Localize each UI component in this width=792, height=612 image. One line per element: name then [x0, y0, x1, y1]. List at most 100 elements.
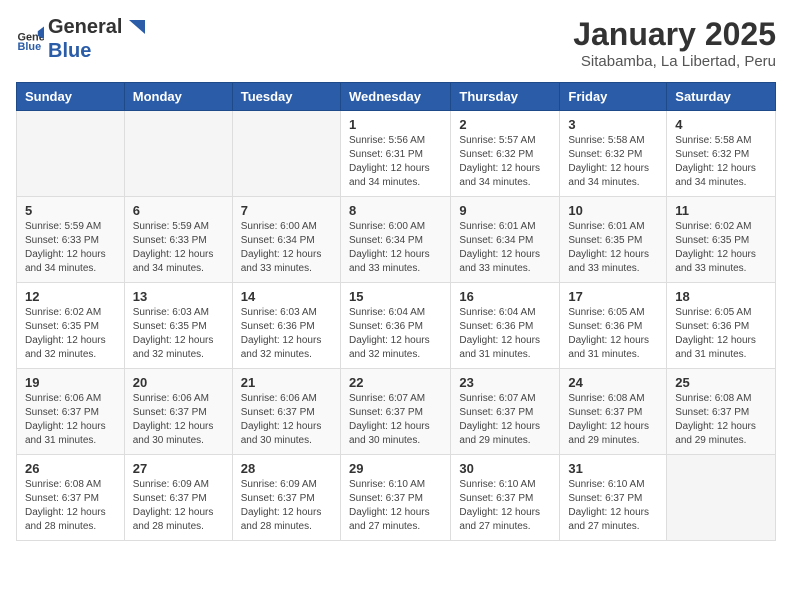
day-number: 2 — [459, 117, 551, 132]
day-info: Sunrise: 6:07 AM Sunset: 6:37 PM Dayligh… — [349, 392, 442, 448]
calendar-cell: 8 Sunrise: 6:00 AM Sunset: 6:34 PM Daylig… — [340, 197, 450, 283]
day-number: 23 — [459, 375, 551, 390]
day-number: 19 — [25, 375, 116, 390]
day-info: Sunrise: 6:00 AM Sunset: 6:34 PM Dayligh… — [349, 220, 442, 276]
day-number: 13 — [133, 289, 224, 304]
day-info: Sunrise: 6:06 AM Sunset: 6:37 PM Dayligh… — [25, 392, 116, 448]
calendar-week-row: 12Sunrise: 6:02 AM Sunset: 6:35 PM Dayli… — [17, 283, 776, 369]
calendar-cell: 16Sunrise: 6:04 AM Sunset: 6:36 PM Dayli… — [451, 283, 560, 369]
calendar-cell: 29 Sunrise: 6:10 AM Sunset: 6:37 PM Dayli… — [340, 455, 450, 541]
day-number: 14 — [241, 289, 332, 304]
calendar-cell — [17, 111, 125, 197]
day-number: 4 — [675, 117, 767, 132]
day-number: 8 — [349, 203, 442, 218]
calendar-cell: 24 Sunrise: 6:08 AM Sunset: 6:37 PM Dayli… — [560, 369, 667, 455]
day-number: 7 — [241, 203, 332, 218]
day-number: 26 — [25, 461, 116, 476]
logo-blue-text: Blue — [48, 40, 91, 62]
calendar-table: SundayMondayTuesdayWednesdayThursdayFrid… — [16, 82, 776, 541]
calendar-cell: 2 Sunrise: 5:57 AM Sunset: 6:32 PM Daylig… — [451, 111, 560, 197]
logo: General Blue General Blue — [16, 16, 146, 63]
calendar-cell: 25 Sunrise: 6:08 AM Sunset: 6:37 PM Dayli… — [667, 369, 776, 455]
calendar-subtitle: Sitabamba, La Libertad, Peru — [573, 53, 776, 70]
day-number: 28 — [241, 461, 332, 476]
day-info: Sunrise: 6:08 AM Sunset: 6:37 PM Dayligh… — [25, 478, 116, 534]
day-info: Sunrise: 6:10 AM Sunset: 6:37 PM Dayligh… — [459, 478, 551, 534]
logo-triangle-icon — [123, 18, 145, 40]
calendar-cell: 23 Sunrise: 6:07 AM Sunset: 6:37 PM Dayli… — [451, 369, 560, 455]
calendar-cell: 20 Sunrise: 6:06 AM Sunset: 6:37 PM Dayli… — [124, 369, 232, 455]
day-info: Sunrise: 6:10 AM Sunset: 6:37 PM Dayligh… — [568, 478, 658, 534]
page-header: General Blue General Blue January 2025 S… — [16, 16, 776, 70]
day-number: 11 — [675, 203, 767, 218]
day-info: Sunrise: 6:04 AM Sunset: 6:36 PM Dayligh… — [459, 306, 551, 362]
calendar-day-header: Wednesday — [340, 83, 450, 111]
calendar-day-header: Thursday — [451, 83, 560, 111]
day-number: 5 — [25, 203, 116, 218]
calendar-day-header: Sunday — [17, 83, 125, 111]
day-info: Sunrise: 6:10 AM Sunset: 6:37 PM Dayligh… — [349, 478, 442, 534]
day-info: Sunrise: 6:07 AM Sunset: 6:37 PM Dayligh… — [459, 392, 551, 448]
calendar-cell — [124, 111, 232, 197]
day-info: Sunrise: 6:02 AM Sunset: 6:35 PM Dayligh… — [25, 306, 116, 362]
calendar-cell: 30 Sunrise: 6:10 AM Sunset: 6:37 PM Dayli… — [451, 455, 560, 541]
day-number: 17 — [568, 289, 658, 304]
calendar-cell: 10 Sunrise: 6:01 AM Sunset: 6:35 PM Dayli… — [560, 197, 667, 283]
day-number: 22 — [349, 375, 442, 390]
day-number: 6 — [133, 203, 224, 218]
calendar-cell: 19 Sunrise: 6:06 AM Sunset: 6:37 PM Dayli… — [17, 369, 125, 455]
day-number: 3 — [568, 117, 658, 132]
day-info: Sunrise: 6:08 AM Sunset: 6:37 PM Dayligh… — [675, 392, 767, 448]
day-number: 20 — [133, 375, 224, 390]
calendar-cell: 17 Sunrise: 6:05 AM Sunset: 6:36 PM Dayli… — [560, 283, 667, 369]
title-block: January 2025 Sitabamba, La Libertad, Per… — [573, 16, 776, 70]
calendar-cell: 6 Sunrise: 5:59 AM Sunset: 6:33 PM Daylig… — [124, 197, 232, 283]
calendar-cell — [232, 111, 340, 197]
day-info: Sunrise: 6:05 AM Sunset: 6:36 PM Dayligh… — [675, 306, 767, 362]
day-number: 15 — [349, 289, 442, 304]
day-number: 29 — [349, 461, 442, 476]
calendar-cell: 1Sunrise: 5:56 AM Sunset: 6:31 PM Daylig… — [340, 111, 450, 197]
calendar-cell: 5 Sunrise: 5:59 AM Sunset: 6:33 PM Daylig… — [17, 197, 125, 283]
calendar-cell: 31 Sunrise: 6:10 AM Sunset: 6:37 PM Dayli… — [560, 455, 667, 541]
day-info: Sunrise: 6:08 AM Sunset: 6:37 PM Dayligh… — [568, 392, 658, 448]
day-number: 27 — [133, 461, 224, 476]
day-number: 25 — [675, 375, 767, 390]
calendar-cell — [667, 455, 776, 541]
calendar-cell: 12Sunrise: 6:02 AM Sunset: 6:35 PM Dayli… — [17, 283, 125, 369]
day-info: Sunrise: 6:09 AM Sunset: 6:37 PM Dayligh… — [133, 478, 224, 534]
day-info: Sunrise: 6:01 AM Sunset: 6:34 PM Dayligh… — [459, 220, 551, 276]
day-info: Sunrise: 6:03 AM Sunset: 6:36 PM Dayligh… — [241, 306, 332, 362]
day-number: 21 — [241, 375, 332, 390]
day-number: 30 — [459, 461, 551, 476]
day-info: Sunrise: 6:06 AM Sunset: 6:37 PM Dayligh… — [133, 392, 224, 448]
calendar-cell: 3 Sunrise: 5:58 AM Sunset: 6:32 PM Daylig… — [560, 111, 667, 197]
day-info: Sunrise: 6:05 AM Sunset: 6:36 PM Dayligh… — [568, 306, 658, 362]
day-info: Sunrise: 6:09 AM Sunset: 6:37 PM Dayligh… — [241, 478, 332, 534]
calendar-cell: 11Sunrise: 6:02 AM Sunset: 6:35 PM Dayli… — [667, 197, 776, 283]
calendar-day-header: Tuesday — [232, 83, 340, 111]
day-number: 24 — [568, 375, 658, 390]
calendar-day-header: Friday — [560, 83, 667, 111]
calendar-cell: 27 Sunrise: 6:09 AM Sunset: 6:37 PM Dayli… — [124, 455, 232, 541]
day-info: Sunrise: 5:57 AM Sunset: 6:32 PM Dayligh… — [459, 134, 551, 190]
calendar-week-row: 26 Sunrise: 6:08 AM Sunset: 6:37 PM Dayli… — [17, 455, 776, 541]
day-info: Sunrise: 5:59 AM Sunset: 6:33 PM Dayligh… — [133, 220, 224, 276]
logo-general-text: General — [48, 16, 122, 38]
calendar-cell: 21 Sunrise: 6:06 AM Sunset: 6:37 PM Dayli… — [232, 369, 340, 455]
day-number: 1 — [349, 117, 442, 132]
day-info: Sunrise: 6:06 AM Sunset: 6:37 PM Dayligh… — [241, 392, 332, 448]
calendar-title: January 2025 — [573, 16, 776, 53]
calendar-cell: 14 Sunrise: 6:03 AM Sunset: 6:36 PM Dayli… — [232, 283, 340, 369]
calendar-cell: 15Sunrise: 6:04 AM Sunset: 6:36 PM Dayli… — [340, 283, 450, 369]
day-info: Sunrise: 6:00 AM Sunset: 6:34 PM Dayligh… — [241, 220, 332, 276]
day-info: Sunrise: 6:01 AM Sunset: 6:35 PM Dayligh… — [568, 220, 658, 276]
calendar-header-row: SundayMondayTuesdayWednesdayThursdayFrid… — [17, 83, 776, 111]
calendar-week-row: 19 Sunrise: 6:06 AM Sunset: 6:37 PM Dayli… — [17, 369, 776, 455]
day-info: Sunrise: 5:58 AM Sunset: 6:32 PM Dayligh… — [568, 134, 658, 190]
calendar-week-row: 5 Sunrise: 5:59 AM Sunset: 6:33 PM Daylig… — [17, 197, 776, 283]
calendar-week-row: 1Sunrise: 5:56 AM Sunset: 6:31 PM Daylig… — [17, 111, 776, 197]
day-number: 31 — [568, 461, 658, 476]
day-info: Sunrise: 5:59 AM Sunset: 6:33 PM Dayligh… — [25, 220, 116, 276]
day-number: 10 — [568, 203, 658, 218]
